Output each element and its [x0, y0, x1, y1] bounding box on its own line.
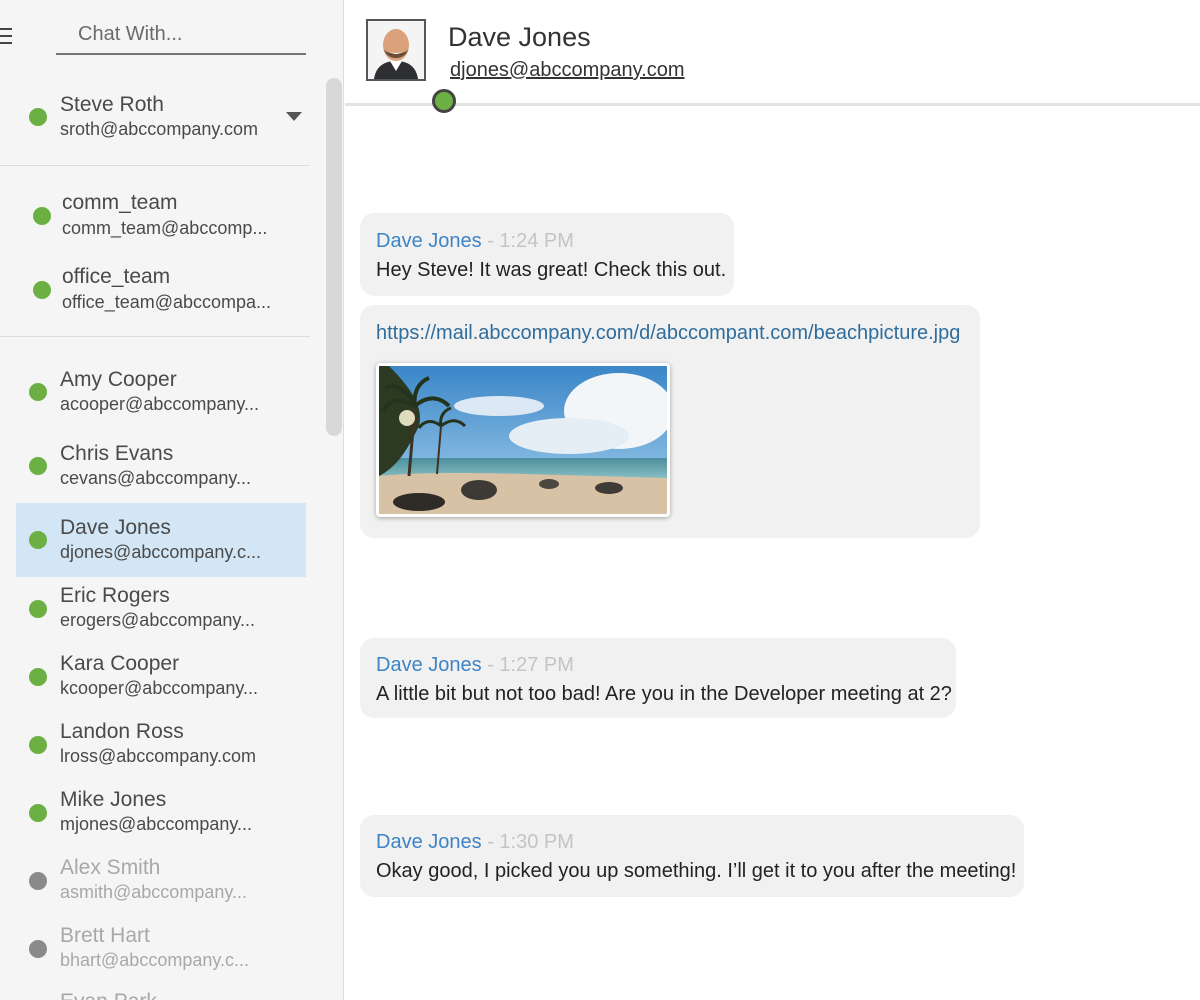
online-status-icon	[432, 89, 456, 113]
contact-item-alex-smith[interactable]: Alex Smith asmith@abccompany...	[16, 852, 306, 926]
online-status-icon	[29, 736, 47, 754]
hamburger-menu-icon[interactable]	[0, 28, 16, 46]
message-meta: Dave Jones - 1:30 PM	[376, 831, 1008, 854]
message-text: Hey Steve! It was great! Check this out.	[376, 259, 727, 281]
sidebar-scrollbar[interactable]	[326, 78, 342, 436]
beach-photo-icon	[379, 366, 667, 514]
online-status-icon	[33, 207, 51, 225]
group-name: office_team	[62, 265, 171, 288]
chat-contact-name: Dave Jones	[448, 22, 591, 52]
contact-name: Landon Ross	[60, 720, 184, 743]
message-separator: -	[487, 230, 494, 252]
attachment-link[interactable]: https://mail.abccompany.com/d/abccompant…	[376, 322, 964, 345]
chat-header: Dave Jones djones@abccompany.com	[345, 0, 1200, 113]
contact-email: lross@abccompany.com	[60, 746, 257, 766]
contact-name: Eric Rogers	[60, 584, 170, 607]
contact-name: Brett Hart	[60, 924, 150, 947]
message-separator: -	[487, 654, 494, 676]
current-user-name: Steve Roth	[60, 93, 164, 116]
message-bubble: Dave Jones - 1:24 PM Hey Steve! It was g…	[360, 213, 734, 296]
contact-email: cevans@abccompany...	[60, 468, 252, 488]
current-user-item[interactable]: Steve Roth sroth@abccompany.com	[16, 88, 306, 162]
message-separator: -	[487, 831, 494, 853]
group-email: comm_team@abccomp...	[62, 218, 268, 238]
message-time: 1:27 PM	[499, 654, 574, 676]
message-bubble: Dave Jones - 1:30 PM Okay good, I picked…	[360, 815, 1024, 897]
message-text: A little bit but not too bad! Are you in…	[376, 683, 952, 705]
beach-photo-image[interactable]	[376, 363, 670, 517]
contact-email: acooper@abccompany...	[60, 394, 260, 414]
contact-email: erogers@abccompany...	[60, 610, 256, 630]
contact-email: mjones@abccompany...	[60, 814, 253, 834]
message-time: 1:24 PM	[499, 230, 574, 252]
message-bubble: Dave Jones - 1:27 PM A little bit but no…	[360, 638, 956, 718]
online-status-icon	[29, 804, 47, 822]
avatar[interactable]	[366, 19, 456, 113]
contact-name: Evan Park	[60, 990, 157, 1000]
message-bubble-attachment: https://mail.abccompany.com/d/abccompant…	[360, 305, 980, 538]
message-sender: Dave Jones	[376, 654, 482, 676]
contact-name: Mike Jones	[60, 788, 167, 811]
online-status-icon	[29, 108, 47, 126]
contact-email: asmith@abccompany...	[60, 882, 248, 902]
message-sender: Dave Jones	[376, 831, 482, 853]
current-user-email: sroth@abccompany.com	[60, 119, 259, 139]
group-name: comm_team	[62, 191, 178, 214]
contact-item-evan-park[interactable]: Evan Park	[16, 988, 306, 1000]
message-time: 1:30 PM	[499, 831, 574, 853]
contact-item-landon-ross[interactable]: Landon Ross lross@abccompany.com	[16, 716, 306, 790]
contact-name: Dave Jones	[60, 516, 171, 539]
online-status-icon	[29, 383, 47, 401]
contact-name: Alex Smith	[60, 856, 161, 879]
caret-down-icon[interactable]	[286, 112, 302, 121]
message-meta: Dave Jones - 1:24 PM	[376, 230, 718, 253]
contact-item-amy-cooper[interactable]: Amy Cooper acooper@abccompany...	[16, 364, 306, 438]
online-status-icon	[29, 600, 47, 618]
message-sender: Dave Jones	[376, 230, 482, 252]
contact-item-kara-cooper[interactable]: Kara Cooper kcooper@abccompany...	[16, 648, 306, 722]
offline-status-icon	[29, 940, 47, 958]
online-status-icon	[29, 531, 47, 549]
online-status-icon	[29, 668, 47, 686]
divider	[0, 336, 310, 337]
group-email: office_team@abccompa...	[62, 292, 272, 312]
contact-item-chris-evans[interactable]: Chris Evans cevans@abccompany...	[16, 438, 306, 512]
chat-contact-email-link[interactable]: djones@abccompany.com	[450, 59, 685, 82]
message-meta: Dave Jones - 1:27 PM	[376, 654, 940, 677]
contact-name: Chris Evans	[60, 442, 174, 465]
online-status-icon	[29, 457, 47, 475]
contact-email: kcooper@abccompany...	[60, 678, 259, 698]
contact-item-dave-jones[interactable]: Dave Jones djones@abccompany.c...	[16, 503, 306, 577]
contact-item-mike-jones[interactable]: Mike Jones mjones@abccompany...	[16, 784, 306, 858]
contact-name: Amy Cooper	[60, 368, 177, 391]
offline-status-icon	[29, 872, 47, 890]
contact-item-brett-hart[interactable]: Brett Hart bhart@abccompany.c...	[16, 920, 306, 994]
group-item-office-team[interactable]: office_team office_team@abccompa...	[16, 262, 306, 336]
group-item-comm-team[interactable]: comm_team comm_team@abccomp...	[16, 188, 306, 262]
avatar-portrait-icon	[368, 21, 424, 79]
chat-with-search-input[interactable]	[56, 10, 306, 55]
contact-sidebar: Steve Roth sroth@abccompany.com comm_tea…	[0, 0, 344, 1000]
online-status-icon	[33, 281, 51, 299]
contact-email: bhart@abccompany.c...	[60, 950, 250, 970]
divider	[0, 165, 310, 166]
contact-name: Kara Cooper	[60, 652, 180, 675]
contact-item-eric-rogers[interactable]: Eric Rogers erogers@abccompany...	[16, 580, 306, 654]
message-text: Okay good, I picked you up something. I’…	[376, 860, 1017, 882]
contact-email: djones@abccompany.c...	[60, 542, 262, 562]
